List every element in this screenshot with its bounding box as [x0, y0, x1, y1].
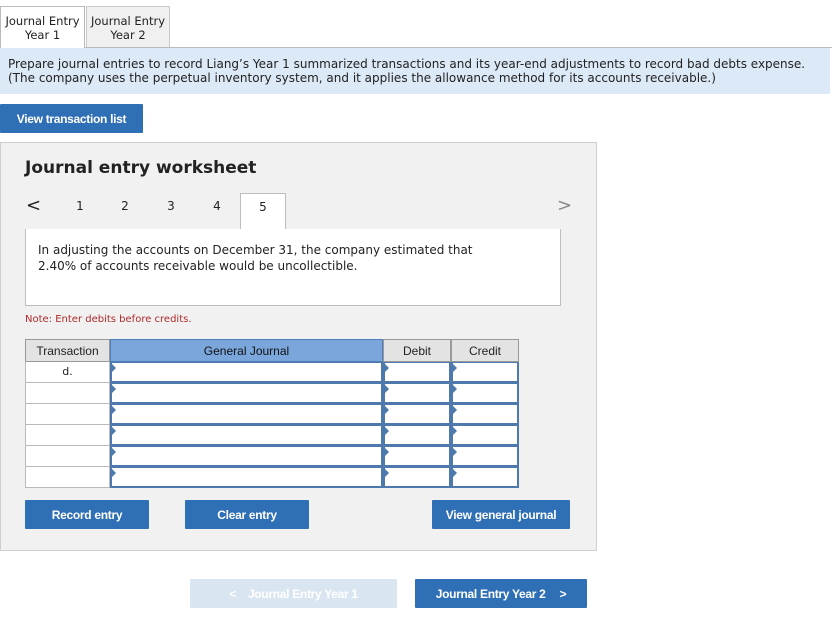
transaction-cell [25, 446, 110, 467]
credit-input[interactable] [451, 362, 519, 383]
instructions-line-2: (The company uses the perpetual inventor… [8, 71, 716, 85]
general-journal-account-dropdown[interactable] [110, 362, 383, 383]
step-tab-4[interactable]: 4 [207, 199, 227, 213]
step-tab-5[interactable]: 5 [240, 193, 286, 230]
next-button-label: Journal Entry Year 2 [435, 586, 546, 601]
dropdown-marker-icon [453, 427, 457, 435]
debit-input[interactable] [383, 446, 451, 467]
next-journal-entry-year-2-button[interactable]: Journal Entry Year 2 > [415, 579, 587, 608]
worksheet-title: Journal entry worksheet [25, 158, 257, 178]
credit-input[interactable] [451, 425, 519, 446]
record-entry-button[interactable]: Record entry [25, 500, 149, 529]
debits-before-credits-note: Note: Enter debits before credits. [25, 314, 192, 325]
dropdown-marker-icon [112, 469, 116, 477]
table-row [25, 404, 520, 425]
prev-journal-entry-year-1-button[interactable]: < Journal Entry Year 1 [190, 579, 397, 608]
dropdown-marker-icon [453, 448, 457, 456]
general-journal-account-dropdown[interactable] [110, 404, 383, 425]
dropdown-marker-icon [453, 406, 457, 414]
step-tab-1[interactable]: 1 [70, 199, 90, 213]
debit-input[interactable] [383, 467, 451, 488]
view-transaction-list-button[interactable]: View transaction list [0, 104, 143, 133]
step-description-line-1: In adjusting the accounts on December 31… [38, 243, 473, 257]
column-header-credit: Credit [451, 339, 519, 362]
dropdown-marker-icon [112, 364, 116, 372]
tab-label-line1: Journal Entry [90, 14, 166, 28]
transaction-cell [25, 404, 110, 425]
debit-input[interactable] [383, 362, 451, 383]
credit-input[interactable] [451, 383, 519, 404]
tab-label-line2: Year 2 [110, 28, 146, 42]
debit-input[interactable] [383, 383, 451, 404]
dropdown-marker-icon [453, 364, 457, 372]
top-tab-bar: Journal Entry Year 1 Journal Entry Year … [0, 0, 832, 48]
general-journal-account-dropdown[interactable] [110, 446, 383, 467]
instructions-banner: Prepare journal entries to record Liang’… [0, 48, 830, 94]
next-step-chevron-icon[interactable]: > [557, 195, 572, 216]
column-header-general-journal: General Journal [110, 339, 383, 362]
instructions-line-1: Prepare journal entries to record Liang’… [8, 57, 806, 71]
table-row: d. [25, 362, 520, 383]
step-description-line-2: 2.40% of accounts receivable would be un… [38, 259, 358, 273]
credit-input[interactable] [451, 467, 519, 488]
transaction-cell [25, 467, 110, 488]
chevron-left-icon: < [229, 586, 236, 601]
transaction-cell: d. [25, 362, 110, 383]
step-tab-3[interactable]: 3 [161, 199, 181, 213]
view-general-journal-button[interactable]: View general journal [432, 500, 570, 529]
general-journal-account-dropdown[interactable] [110, 383, 383, 404]
dropdown-marker-icon [385, 385, 389, 393]
column-header-debit: Debit [383, 339, 451, 362]
dropdown-marker-icon [385, 448, 389, 456]
tab-label-line2: Year 1 [24, 28, 61, 42]
table-row [25, 446, 520, 467]
table-row [25, 383, 520, 404]
dropdown-marker-icon [453, 469, 457, 477]
transaction-cell [25, 425, 110, 446]
table-row [25, 467, 520, 488]
transaction-cell [25, 383, 110, 404]
dropdown-marker-icon [112, 385, 116, 393]
debit-input[interactable] [383, 425, 451, 446]
dropdown-marker-icon [112, 448, 116, 456]
dropdown-marker-icon [112, 406, 116, 414]
step-tab-2[interactable]: 2 [115, 199, 135, 213]
credit-input[interactable] [451, 446, 519, 467]
column-header-transaction: Transaction [25, 339, 110, 362]
table-row [25, 425, 520, 446]
tab-journal-entry-year-2[interactable]: Journal Entry Year 2 [86, 6, 170, 47]
previous-step-chevron-icon[interactable]: < [26, 195, 41, 216]
prev-button-label: Journal Entry Year 1 [247, 586, 358, 601]
chevron-right-icon: > [559, 586, 567, 601]
dropdown-marker-icon [112, 427, 116, 435]
dropdown-marker-icon [385, 427, 389, 435]
tab-journal-entry-year-1[interactable]: Journal Entry Year 1 [0, 6, 85, 48]
dropdown-marker-icon [385, 406, 389, 414]
general-journal-account-dropdown[interactable] [110, 425, 383, 446]
credit-input[interactable] [451, 404, 519, 425]
tab-label-line1: Journal Entry [5, 14, 80, 28]
clear-entry-button[interactable]: Clear entry [185, 500, 309, 529]
dropdown-marker-icon [453, 385, 457, 393]
dropdown-marker-icon [385, 364, 389, 372]
dropdown-marker-icon [385, 469, 389, 477]
general-journal-account-dropdown[interactable] [110, 467, 383, 488]
step-description-box: In adjusting the accounts on December 31… [25, 229, 561, 306]
debit-input[interactable] [383, 404, 451, 425]
